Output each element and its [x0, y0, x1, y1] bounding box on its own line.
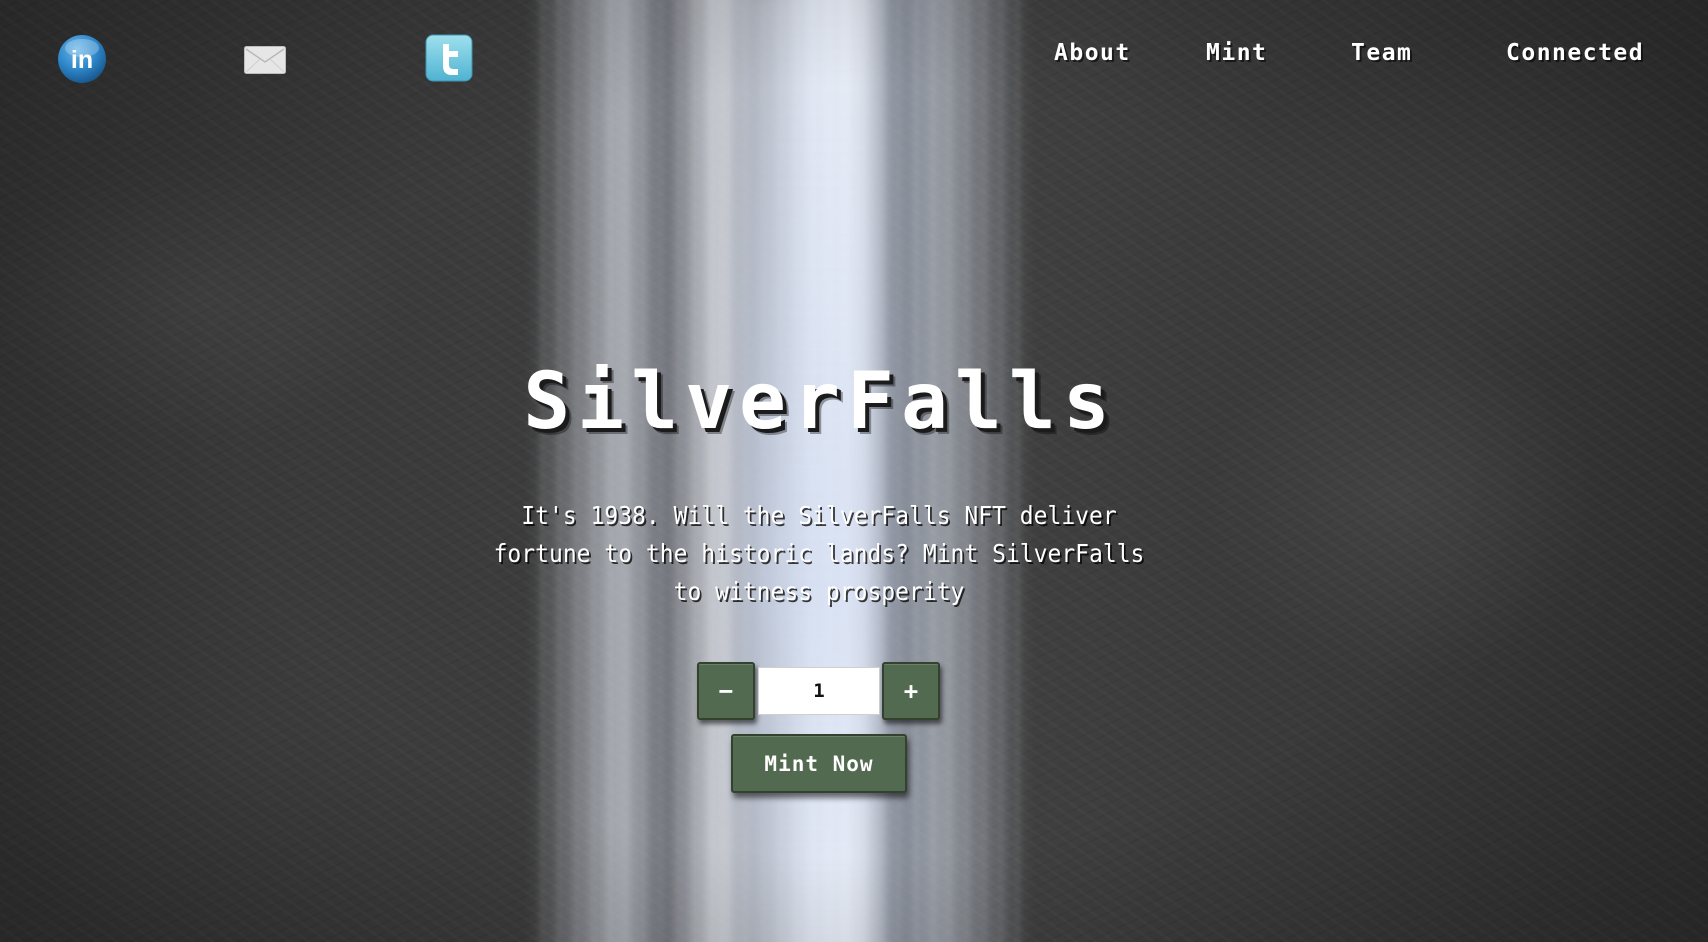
twitter-icon	[425, 34, 473, 82]
vignette	[0, 0, 1708, 942]
hero-tagline: It's 1938. Will the SilverFalls NFT deli…	[493, 501, 1145, 606]
twitter-link[interactable]	[425, 34, 473, 82]
increment-button[interactable]: +	[882, 662, 940, 720]
page-title: SilverFalls	[523, 357, 1117, 447]
quantity-stepper: − +	[697, 662, 941, 720]
site-header: in About Mint Team Connected	[0, 0, 1708, 120]
decrement-button[interactable]: −	[697, 662, 755, 720]
svg-text:in: in	[71, 46, 93, 74]
mint-now-button[interactable]: Mint Now	[731, 734, 907, 793]
quantity-input[interactable]	[758, 667, 880, 715]
linkedin-icon: in	[58, 35, 106, 83]
nav-team[interactable]: Team	[1351, 40, 1412, 66]
email-link[interactable]	[244, 46, 286, 74]
nav-mint[interactable]: Mint	[1206, 40, 1267, 66]
nav-about[interactable]: About	[1054, 40, 1131, 66]
linkedin-link[interactable]: in	[57, 34, 107, 84]
waterfall-background	[0, 0, 1708, 942]
nav-connected[interactable]: Connected	[1506, 40, 1644, 66]
envelope-icon	[244, 46, 286, 74]
